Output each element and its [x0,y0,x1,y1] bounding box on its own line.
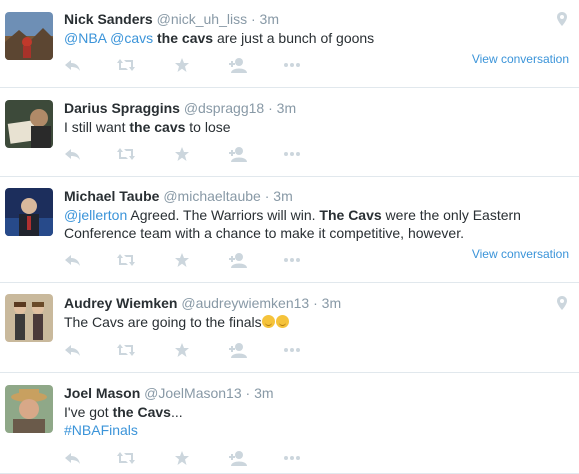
tweet-text: I still want the cavs to lose [64,118,544,136]
follow-icon[interactable] [228,342,248,360]
view-conversation-link[interactable]: View conversation [472,52,569,66]
tweet[interactable]: Nick Sanders @nick_uh_liss · 3m @NBA @cav… [0,0,579,88]
reply-icon[interactable] [64,342,84,360]
user-name[interactable]: Darius Spraggins [64,100,180,116]
tweet-actions [64,252,324,270]
tweet-text-segment: Agreed. The Warriors will win. [127,207,320,223]
tweet-header: Joel Mason @JoelMason13 · 3m [64,384,274,402]
highlighted-term: The Cavs [319,207,382,223]
tweet-text: @jellerton Agreed. The Warriors will win… [64,206,544,242]
tweet[interactable]: Audrey Wiemken @audreywiemken13 · 3m The … [0,283,579,373]
follow-icon[interactable] [228,450,248,468]
user-handle[interactable]: @nick_uh_liss [157,11,247,27]
tweet-actions [64,450,324,468]
smiling-emoji-icon [275,315,289,328]
favorite-icon[interactable] [174,146,194,164]
smiling-emoji-icon [261,315,275,328]
retweet-icon[interactable] [116,342,136,360]
tweet-text-segment: are just a bunch of goons [213,30,375,46]
more-icon[interactable] [282,450,302,468]
more-icon[interactable] [282,146,302,164]
timestamp[interactable]: 3m [260,11,279,27]
user-name[interactable]: Audrey Wiemken [64,295,177,311]
mention-link[interactable]: @cavs [110,30,153,46]
avatar[interactable] [5,100,53,148]
retweet-icon[interactable] [116,57,136,75]
more-icon[interactable] [282,57,302,75]
timestamp[interactable]: 3m [273,188,292,204]
tweet-text-segment: I still want [64,119,130,135]
tweet-header: Darius Spraggins @dspragg18 · 3m [64,99,296,117]
tweet-actions [64,146,324,164]
tweet-header: Nick Sanders @nick_uh_liss · 3m [64,10,279,28]
follow-icon[interactable] [228,57,248,75]
timestamp[interactable]: 3m [277,100,296,116]
tweet-text: I've got the Cavs... #NBAFinals [64,403,544,439]
tweet-text: @NBA @cavs the cavs are just a bunch of … [64,29,544,47]
tweet-actions [64,57,324,75]
tweet-text-segment: I've got [64,404,113,420]
tweet[interactable]: Michael Taube @michaeltaube · 3m @jellert… [0,177,579,283]
timestamp[interactable]: 3m [254,385,273,401]
separator-dot: · [313,295,318,311]
separator-dot: · [268,100,273,116]
tweet-text-segment: ... [170,404,183,420]
retweet-icon[interactable] [116,252,136,270]
reply-icon[interactable] [64,450,84,468]
avatar[interactable] [5,294,53,342]
tweet-text-segment: The Cavs are going to the finals [64,314,262,330]
view-conversation-link[interactable]: View conversation [472,247,569,261]
location-pin-icon[interactable] [557,296,567,310]
user-name[interactable]: Michael Taube [64,188,159,204]
user-handle[interactable]: @audreywiemken13 [181,295,309,311]
retweet-icon[interactable] [116,146,136,164]
reply-icon[interactable] [64,252,84,270]
reply-icon[interactable] [64,57,84,75]
highlighted-term: the cavs [157,30,214,46]
reply-icon[interactable] [64,146,84,164]
separator-dot: · [250,11,256,27]
separator-dot: · [264,188,270,204]
tweet-actions [64,342,324,360]
favorite-icon[interactable] [174,57,194,75]
tweet[interactable]: Joel Mason @JoelMason13 · 3m I've got the… [0,373,579,474]
favorite-icon[interactable] [174,342,194,360]
more-icon[interactable] [282,342,302,360]
favorite-icon[interactable] [174,450,194,468]
tweet-header: Audrey Wiemken @audreywiemken13 · 3m [64,294,341,312]
mention-link[interactable]: @NBA [64,30,106,46]
user-handle[interactable]: @dspragg18 [184,100,264,116]
follow-icon[interactable] [228,146,248,164]
tweet-text: The Cavs are going to the finals [64,313,544,331]
tweet-text-segment: to lose [185,119,231,135]
retweet-icon[interactable] [116,450,136,468]
highlighted-term: the cavs [129,119,186,135]
avatar[interactable] [5,188,53,236]
mention-link[interactable]: @jellerton [64,207,127,223]
follow-icon[interactable] [228,252,248,270]
highlighted-term: the Cavs [112,404,171,420]
user-handle[interactable]: @JoelMason13 [144,385,242,401]
user-name[interactable]: Nick Sanders [64,11,153,27]
hashtag-link[interactable]: #NBAFinals [64,422,138,438]
tweet-timeline: Nick Sanders @nick_uh_liss · 3m @NBA @cav… [0,0,579,474]
avatar[interactable] [5,12,53,60]
favorite-icon[interactable] [174,252,194,270]
avatar[interactable] [5,385,53,433]
tweet[interactable]: Darius Spraggins @dspragg18 · 3m I still … [0,88,579,177]
separator-dot: · [245,385,251,401]
more-icon[interactable] [282,252,302,270]
timestamp[interactable]: 3m [322,295,341,311]
tweet-header: Michael Taube @michaeltaube · 3m [64,187,293,205]
user-handle[interactable]: @michaeltaube [163,188,261,204]
location-pin-icon[interactable] [557,12,567,26]
user-name[interactable]: Joel Mason [64,385,140,401]
